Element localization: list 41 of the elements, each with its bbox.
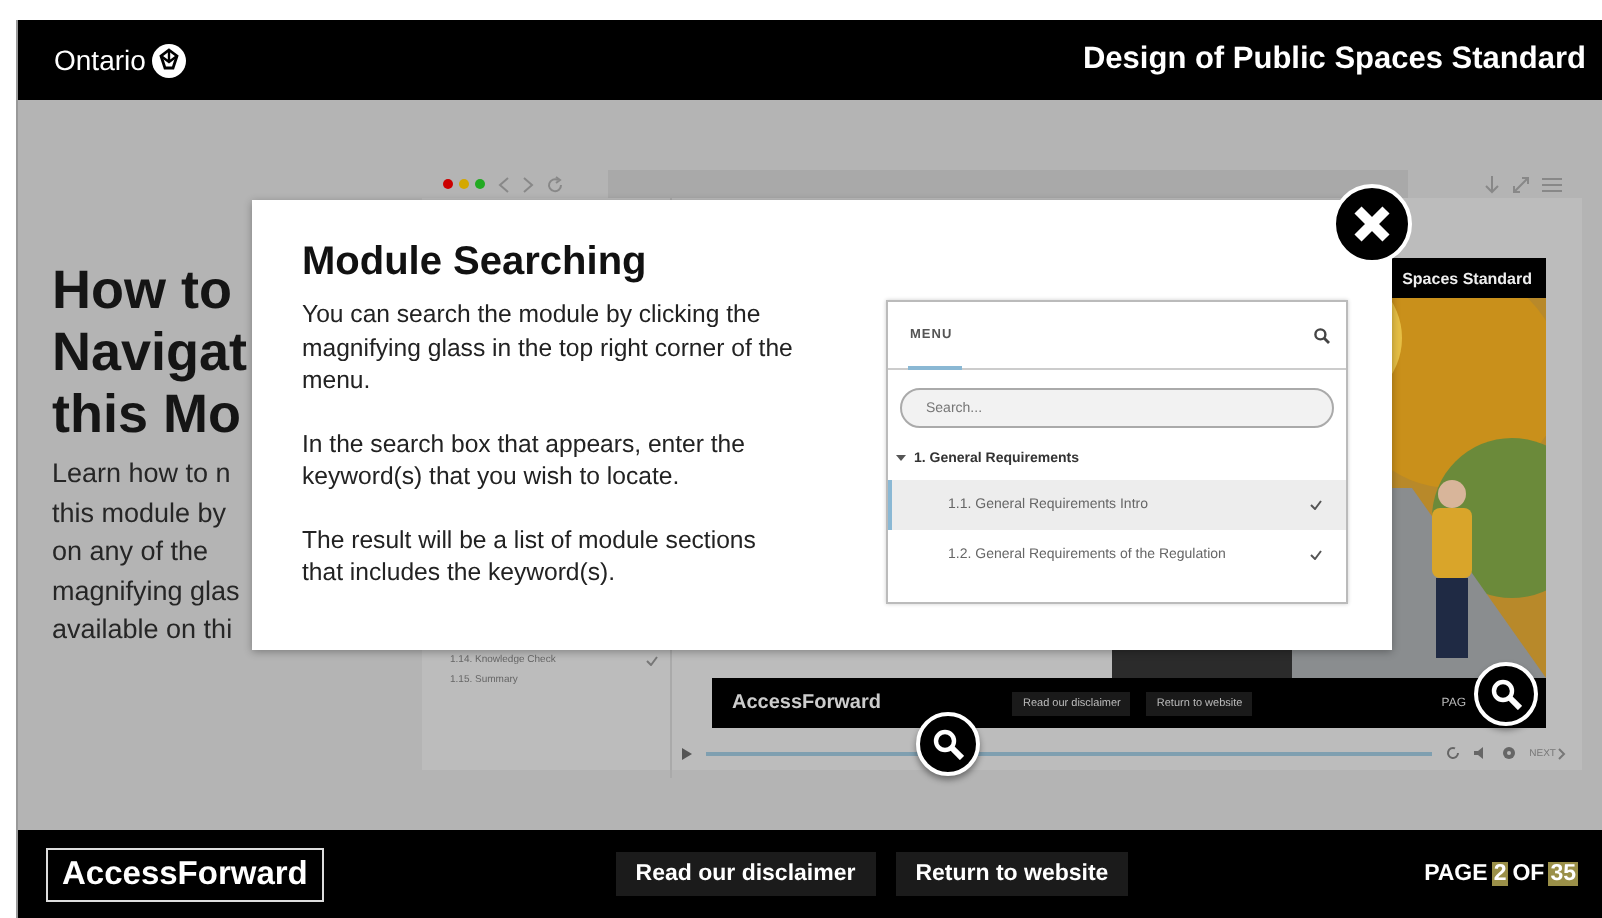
dialog-text: The result will be a list of module sections that includes the keyword(s). (302, 523, 758, 589)
intro-line: available on thi (52, 612, 233, 648)
replay-icon (1445, 746, 1460, 760)
expand-icon (1512, 175, 1530, 193)
tab-underline (908, 366, 962, 370)
intro-line: on any of the (52, 534, 209, 570)
trillium-icon (151, 43, 186, 77)
page-title: Design of Public Spaces Standard (1082, 42, 1586, 78)
page-number: 2 (1491, 862, 1509, 886)
heading-line: this Mo (52, 384, 241, 446)
reload-icon (546, 175, 564, 193)
brand-name: AccessForward (732, 692, 881, 714)
close-icon (1352, 204, 1392, 244)
intro-line: magnifying glas (52, 573, 240, 610)
search-icon (1490, 678, 1522, 710)
play-icon (682, 747, 692, 759)
download-icon (1484, 175, 1500, 193)
dialog-title: Module Searching (302, 240, 649, 286)
page-count: 35 (1548, 862, 1578, 886)
search-icon (932, 728, 964, 760)
back-icon (498, 175, 510, 193)
heading-line: How to (52, 260, 232, 322)
page-label: OF (1512, 862, 1545, 886)
settings-icon (1501, 746, 1516, 760)
image-caption: Spaces Standard (1400, 267, 1534, 292)
brand-logo: AccessForward (46, 847, 324, 901)
window-dots-icon (442, 178, 486, 190)
intro-line: this module by (52, 495, 227, 532)
page-label: PAGE (1424, 862, 1488, 886)
chevron-icon (1558, 747, 1566, 759)
dialog-text: In the search box that appears, enter the keyword(s) that you wish to locate. (302, 427, 747, 493)
search-icon[interactable] (1314, 327, 1330, 343)
intro-line: Learn how to n (52, 456, 231, 492)
heading-line: Navigat (52, 322, 248, 384)
volume-icon (1473, 746, 1488, 760)
menu-icon (1542, 175, 1562, 193)
footer-button[interactable]: Read our disclaimer (615, 852, 876, 896)
dialog-text: You can search the module by clicking the magnifying glass in the top right corner of the menu. (302, 298, 794, 397)
forward-icon (522, 175, 534, 193)
logo-text: Ontario (54, 44, 146, 76)
footer-button[interactable]: Return to website (895, 852, 1129, 896)
